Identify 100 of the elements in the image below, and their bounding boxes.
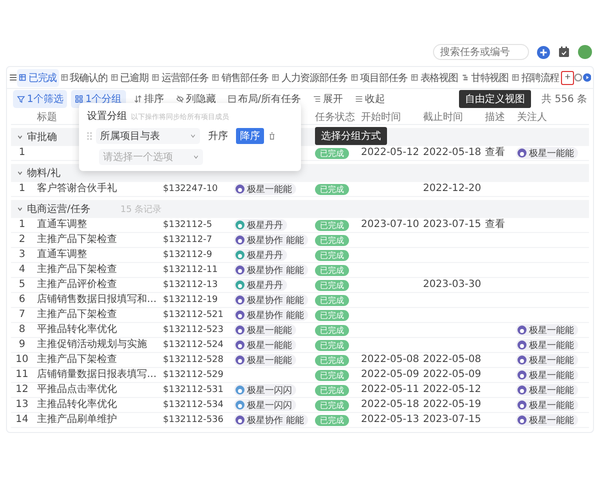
hide-icon [176,95,184,103]
task-id: $132112-529 [162,369,225,381]
person-chip: 极星协作 能能 [234,294,308,306]
due-date: 2022-12-20 [422,183,481,195]
avatar-icon [517,340,527,350]
row-number: 1 [18,147,26,159]
column-header[interactable]: 关注人 [513,110,587,124]
order-button[interactable]: 升序 [204,128,232,144]
toolbar-button[interactable]: 1个筛选 [13,90,68,108]
task-title: 主推产品下架检查 [36,354,118,366]
task-title: 直通车调整 [36,249,88,261]
status-badge: 已完成 [315,250,349,260]
order-button[interactable]: 降序 [236,128,264,144]
column-header[interactable]: 开始时间 [357,110,419,124]
toolbar-button[interactable]: 收起 [351,90,390,108]
task-id: $132112-524 [162,339,225,351]
table-icon [512,74,520,81]
caret-icon[interactable] [17,134,23,140]
avatar-icon [235,235,245,245]
person-chip: 极星丹丹 [234,219,287,231]
toolbar-button[interactable]: 排序 [130,90,168,108]
task-title: 主推产品下架检查 [36,309,118,321]
avatar-icon [517,325,527,335]
task-id: $132112-5 [162,219,214,231]
view-tab[interactable]: 甘特视图 [460,68,510,86]
caret-icon[interactable] [17,170,23,176]
start-date: 2022-05-13 [360,414,419,426]
add-view-button[interactable]: + [561,70,574,84]
row-number: 5 [18,279,26,291]
avatar-icon [235,280,245,290]
task-title: 主推产品评价检查 [36,279,118,291]
avatar-icon [235,355,245,365]
play-icon[interactable] [582,73,591,82]
table-icon [272,74,280,81]
task-id: $132112-521 [162,309,225,321]
task-title: 直通车调整 [36,219,88,231]
chevron-icon [193,154,199,160]
person-chip: 极星一能能 [516,324,578,336]
avatar-icon[interactable] [578,45,592,59]
caret-icon[interactable] [17,206,23,212]
task-title: 平推品转化率优化 [36,324,118,336]
person-chip: 极星丹丹 [234,279,287,291]
due-date: 2022-05-08 [422,354,481,366]
column-header[interactable]: 截止时间 [419,110,481,124]
group-label: 物料/礼 [27,166,60,180]
avatar-icon [235,400,245,410]
task-id: $132247-10 [162,183,219,195]
due-date: 2022-05-09 [422,369,481,381]
row-number: 8 [18,324,26,336]
toolbar-button[interactable]: 布局/所有任务 [224,90,306,108]
toolbar-button[interactable]: 展开 [309,90,348,108]
gantt-icon [462,74,469,81]
due-date: 2023-03-30 [422,279,481,291]
drag-handle-icon[interactable] [87,132,92,140]
avatar-icon [235,385,245,395]
menu-icon[interactable] [9,73,18,82]
settings-icon[interactable] [574,73,583,82]
avatar-icon [235,220,245,230]
group-field-select[interactable]: 所属项目与表 [96,128,200,144]
task-title: 客户答谢合伙手礼 [36,183,118,195]
person-chip: 极星一能能 [516,384,578,396]
start-date: 2022-05-18 [360,399,419,411]
view-tab[interactable]: 项目部任务 [349,68,410,86]
view-tab[interactable]: 已完成 [17,68,59,86]
view-tab[interactable]: 我确认的 [58,68,110,86]
row-number: 12 [14,384,30,396]
column-header[interactable]: 描述 [481,110,513,124]
view-tab[interactable]: 已逾期 [109,68,150,86]
view-tab[interactable]: 销售部任务 [210,68,270,86]
status-badge: 已完成 [315,340,349,350]
table-icon [212,74,220,81]
due-date: 2022-05-19 [422,399,481,411]
search-field[interactable]: 搜索任务或编号 [433,44,529,60]
tooltip: 自由定义视图 [459,90,531,108]
status-badge: 已完成 [315,264,349,276]
calendar-icon[interactable] [558,46,570,58]
expand-icon [313,95,322,103]
column-header[interactable]: 任务状态 [311,110,357,124]
task-id: $132112-536 [162,414,225,426]
total-count: 共 556 条 [542,92,587,106]
view-tab[interactable]: 人力资源部任务 [270,68,350,86]
plus-icon[interactable] [537,46,550,58]
row-number: 10 [14,354,30,366]
tooltip: 选择分组方式 [315,127,387,145]
toolbar-button[interactable]: 列隐藏 [172,90,220,108]
person-chip: 极星协作 能能 [234,264,308,276]
avatar-icon [517,415,527,425]
layout-icon [228,95,236,103]
view-tab[interactable]: 招聘流程 [510,68,562,86]
status-badge: 已完成 [315,294,349,306]
view-tab[interactable]: 运营部任务 [150,68,210,86]
avatar-icon [235,295,245,305]
table-icon [152,74,160,81]
avatar-icon [235,250,245,260]
view-tab[interactable]: 表格视图 [409,68,460,86]
task-id: $132112-523 [162,324,225,336]
person-chip: 极星协作 能能 [234,309,308,321]
person-chip: 极星一能能 [234,183,296,195]
status-badge: 已完成 [315,280,349,290]
task-title: 店铺销售数据日报填写和... [36,294,158,306]
